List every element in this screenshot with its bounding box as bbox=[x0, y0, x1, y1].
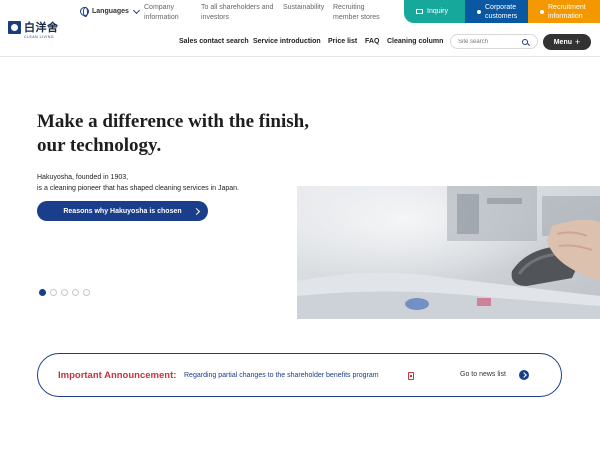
dot-icon bbox=[477, 9, 481, 14]
top-link-line: information bbox=[144, 14, 179, 21]
chevron-down-icon bbox=[132, 6, 140, 14]
inquiry-label: Inquiry bbox=[427, 8, 449, 15]
plus-icon: + bbox=[575, 36, 581, 47]
inquiry-button[interactable]: Inquiry bbox=[404, 0, 465, 23]
recruit-label: Recruitment information bbox=[548, 3, 586, 21]
arrow-right-icon[interactable] bbox=[519, 370, 529, 380]
corporate-label: Corporate customers bbox=[485, 3, 517, 21]
top-link-recruiting-member-stores[interactable]: Recruiting member stores bbox=[333, 3, 380, 23]
corporate-customers-button[interactable]: Corporate customers bbox=[465, 0, 528, 23]
search-icon[interactable] bbox=[522, 38, 528, 45]
carousel-dot[interactable] bbox=[50, 289, 57, 296]
top-link-line: Company bbox=[144, 4, 174, 11]
search-input[interactable] bbox=[458, 38, 522, 45]
top-link-line: To all shareholders and bbox=[201, 4, 274, 11]
corporate-label-line: customers bbox=[485, 12, 518, 20]
top-link-line: Recruiting bbox=[333, 4, 365, 11]
hero-description-line: is a cleaning pioneer that has shaped cl… bbox=[37, 185, 239, 192]
hero-title: Make a difference with the finish, our t… bbox=[37, 110, 337, 158]
reasons-button-label: Reasons why Hakuyosha is chosen bbox=[63, 207, 182, 215]
top-link-line: investors bbox=[201, 14, 230, 21]
top-link-shareholders[interactable]: To all shareholders and investors bbox=[201, 3, 273, 23]
chevron-right-icon bbox=[192, 207, 201, 215]
globe-icon bbox=[80, 7, 89, 17]
corporate-label-line: Corporate bbox=[485, 3, 517, 11]
hakuyosha-logo-icon bbox=[8, 20, 21, 34]
site-search bbox=[450, 34, 538, 49]
top-link-sustainability[interactable]: Sustainability bbox=[283, 3, 324, 13]
languages-label: Languages bbox=[92, 8, 129, 15]
nav-sales-contact-search[interactable]: Sales contact search bbox=[179, 38, 249, 45]
reasons-button[interactable]: Reasons why Hakuyosha is chosen bbox=[37, 201, 208, 221]
top-link-line: Sustainability bbox=[283, 4, 325, 11]
nav-service-introduction[interactable]: Service introduction bbox=[253, 38, 321, 45]
carousel-dot[interactable] bbox=[39, 289, 46, 296]
ironing-photo-illustration bbox=[297, 186, 600, 319]
hero-title-line: our technology. bbox=[37, 135, 162, 156]
menu-label: Menu bbox=[553, 38, 572, 46]
nav-cleaning-column[interactable]: Cleaning column bbox=[387, 38, 443, 45]
menu-button[interactable]: Menu + bbox=[543, 34, 591, 50]
recruitment-information-button[interactable]: Recruitment information bbox=[528, 0, 600, 23]
mail-icon bbox=[416, 9, 423, 14]
carousel-dot[interactable] bbox=[61, 289, 68, 296]
languages-dropdown[interactable]: Languages bbox=[80, 6, 140, 17]
nav-faq[interactable]: FAQ bbox=[365, 38, 379, 45]
pdf-icon bbox=[408, 372, 414, 380]
hero-description-line: Hakuyosha, founded in 1903, bbox=[37, 174, 129, 181]
top-link-line: member stores bbox=[333, 14, 380, 21]
carousel-dot[interactable] bbox=[83, 289, 90, 296]
nav-price-list[interactable]: Price list bbox=[328, 38, 357, 45]
dot-icon bbox=[540, 9, 544, 14]
announcement-label: Important Announcement: bbox=[58, 370, 177, 381]
site-header: 白洋舍 CLEAN LIVING Languages Company infor… bbox=[0, 0, 600, 57]
news-list-link[interactable]: Go to news list bbox=[460, 371, 506, 378]
top-link-company-information[interactable]: Company information bbox=[144, 3, 179, 23]
carousel-pagination bbox=[39, 289, 94, 296]
hero-title-line: Make a difference with the finish, bbox=[37, 111, 309, 132]
hero-photo bbox=[297, 186, 600, 319]
recruit-label-line: Recruitment bbox=[548, 3, 586, 11]
important-announcement-banner: Important Announcement: Regarding partia… bbox=[37, 353, 562, 397]
hero-description: Hakuyosha, founded in 1903, is a cleanin… bbox=[37, 172, 239, 194]
announcement-link[interactable]: Regarding partial changes to the shareho… bbox=[184, 372, 379, 379]
recruit-label-line: information bbox=[548, 12, 583, 20]
logo-subtext: CLEAN LIVING bbox=[24, 35, 55, 39]
logo-text: 白洋舍 bbox=[24, 21, 59, 34]
carousel-dot[interactable] bbox=[72, 289, 79, 296]
hakuyosha-logo[interactable]: 白洋舍 CLEAN LIVING bbox=[8, 19, 59, 39]
